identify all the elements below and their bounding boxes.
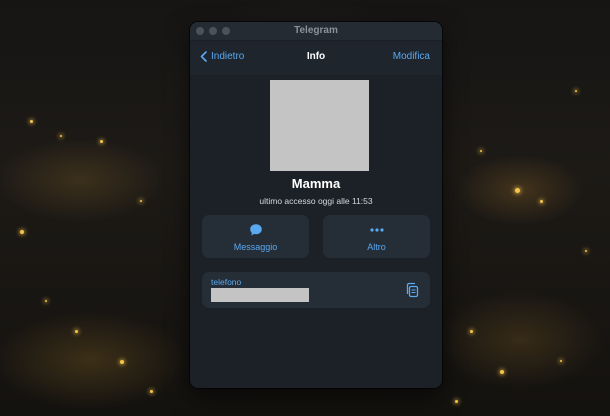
back-label: Indietro (211, 51, 245, 62)
window-titlebar[interactable]: Telegram (190, 22, 442, 41)
phone-number-redacted (211, 288, 309, 302)
info-content: Mamma ultimo accesso oggi alle 11:53 Mes… (190, 75, 442, 388)
more-button[interactable]: Altro (323, 215, 430, 258)
last-seen-status: ultimo accesso oggi alle 11:53 (259, 196, 373, 206)
phone-label: telefono (211, 277, 242, 287)
chat-bubble-icon (249, 224, 262, 236)
phone-card[interactable]: telefono (202, 272, 430, 308)
navigation-bar: Indietro Info Modifica (190, 41, 442, 75)
copy-icon[interactable] (404, 282, 420, 298)
telegram-window: Telegram Indietro Info Modifica Mamma ul… (190, 22, 442, 388)
chevron-left-icon (200, 51, 207, 62)
back-button[interactable]: Indietro (200, 51, 244, 62)
edit-button[interactable]: Modifica (393, 51, 430, 62)
message-label: Messaggio (233, 242, 278, 252)
more-dots-icon (369, 228, 384, 232)
contact-name: Mamma (291, 176, 341, 191)
avatar[interactable] (270, 80, 369, 171)
more-label: Altro (367, 242, 386, 252)
window-title: Telegram (294, 25, 338, 36)
message-button[interactable]: Messaggio (202, 215, 309, 258)
